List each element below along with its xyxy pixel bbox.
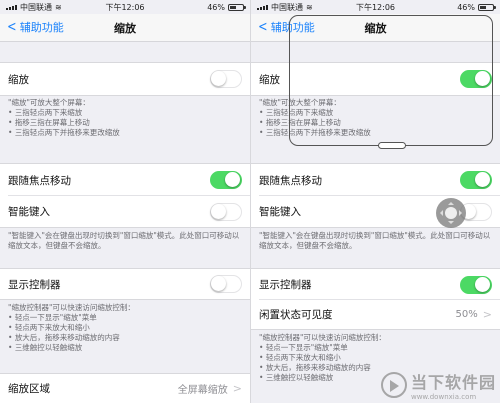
footer-list-item: 三指轻点两下来缩放	[8, 108, 244, 118]
smart-typing-label: 智能键入	[8, 206, 50, 218]
arrow-down-icon	[448, 221, 454, 227]
footer-list-item: 拖移三指在屏幕上移动	[8, 118, 244, 128]
zoom-footer-intro: "缩放"可放大整个屏幕：	[8, 98, 90, 107]
signal-icon	[6, 4, 17, 10]
follow-focus-label: 跟随焦点移动	[8, 174, 71, 187]
zoom-window-handle[interactable]	[378, 142, 406, 149]
toggle-knob	[211, 203, 226, 219]
arrow-left-icon	[437, 210, 443, 216]
toggle-knob	[475, 276, 490, 292]
zoom-label: 缩放	[8, 73, 29, 86]
back-button[interactable]: < 辅助功能	[6, 19, 64, 35]
screenshot-pair: 中国联通 ≋ 下午12:06 46% < 辅助功能 缩放 缩放 "缩放"可放大整…	[0, 0, 500, 403]
wifi-icon: ≋	[306, 2, 313, 12]
back-label: 辅助功能	[19, 21, 64, 34]
battery-icon	[478, 3, 496, 11]
status-bar: 中国联通 ≋ 下午12:06 46%	[0, 0, 250, 14]
battery-percent: 46%	[207, 2, 225, 12]
zoom-label: 缩放	[259, 73, 280, 86]
watermark-logo-icon	[380, 372, 407, 398]
footer-list-item: 三维触控以轻触缩放	[8, 343, 244, 353]
controller-footer-list: 轻点一下显示"缩放"菜单轻点两下来放大和缩小放大后，拖移来移动缩放的内容三维触控…	[8, 313, 244, 353]
battery-level-fill	[230, 5, 236, 9]
battery-percent: 46%	[457, 2, 475, 12]
footer-list-item: 三指轻点两下并拖移来更改缩放	[8, 128, 244, 138]
zoom-footer-list: 三指轻点两下来缩放拖移三指在屏幕上移动三指轻点两下并拖移来更改缩放	[8, 108, 244, 138]
chevron-left-icon: <	[258, 19, 268, 35]
zoom-region-value: 全屏幕缩放	[177, 385, 228, 396]
toggle-knob	[475, 172, 490, 187]
chevron-left-icon: <	[7, 19, 17, 35]
follow-focus-row[interactable]: 跟随焦点移动	[251, 163, 500, 196]
show-controller-toggle[interactable]	[210, 275, 242, 293]
smart-typing-footer: "智能键入"会在键盘出现时切换到"窗口缩放"模式。此处窗口可移动以缩放文本，但键…	[259, 231, 491, 250]
battery-level-fill	[480, 5, 486, 9]
zoom-region-label: 缩放区域	[8, 383, 50, 395]
follow-focus-toggle[interactable]	[210, 171, 242, 189]
chevron-right-icon: >	[482, 308, 492, 321]
smart-typing-footer: "智能键入"会在键盘出现时切换到"窗口缩放"模式。此处窗口可移动以缩放文本，但键…	[8, 231, 240, 250]
controller-footer-intro: "缩放控制器"可以快速访问缩放控制：	[8, 303, 135, 312]
show-controller-row[interactable]: 显示控制器	[0, 268, 250, 300]
navigation-bar: < 辅助功能 缩放	[0, 14, 250, 42]
toggle-knob	[225, 172, 240, 187]
footer-list-item: 轻点一下显示"缩放"菜单	[259, 343, 494, 353]
status-bar: 中国联通 ≋ 下午12:06 46%	[251, 0, 500, 14]
smart-typing-toggle[interactable]	[210, 202, 242, 221]
show-controller-toggle[interactable]	[460, 275, 492, 294]
zoom-region-row[interactable]: 缩放区域 全屏幕缩放 >	[0, 373, 250, 403]
show-controller-row[interactable]: 显示控制器	[251, 268, 500, 300]
wifi-icon: ≋	[55, 2, 62, 12]
footer-list-item: 轻点两下来放大和缩小	[8, 323, 244, 333]
follow-focus-toggle[interactable]	[460, 171, 492, 189]
carrier-label: 中国联通	[271, 2, 303, 12]
toggle-knob	[211, 71, 226, 86]
footer-list-item: 轻点一下显示"缩放"菜单	[8, 313, 244, 323]
chevron-right-icon: >	[232, 382, 242, 395]
smart-typing-row[interactable]: 智能键入	[0, 196, 250, 228]
show-controller-label: 显示控制器	[8, 278, 61, 291]
zoom-row[interactable]: 缩放	[0, 62, 250, 96]
zoom-window-frame[interactable]	[289, 15, 493, 149]
zoom-footer: "缩放"可放大整个屏幕： 三指轻点两下来缩放拖移三指在屏幕上移动三指轻点两下并拖…	[8, 98, 244, 138]
arrow-up-icon	[448, 199, 454, 205]
footer-list-item: 放大后，拖移来移动缩放的内容	[8, 333, 244, 343]
toggle-knob	[211, 276, 226, 291]
phone-screen-right: 中国联通 ≋ 下午12:06 46% < 辅助功能 缩放 缩放 "缩放"可放大整…	[250, 0, 500, 403]
watermark-url: www.downxia.com	[410, 393, 477, 401]
footer-list-item: 轻点两下来放大和缩小	[259, 353, 494, 363]
watermark: 当下软件园 www.downxia.com	[380, 369, 496, 401]
idle-visibility-label: 闲置状态可见度	[259, 309, 333, 321]
idle-visibility-value: 50%	[455, 309, 478, 320]
idle-visibility-row[interactable]: 闲置状态可见度 50% >	[251, 300, 500, 330]
follow-focus-label: 跟随焦点移动	[259, 174, 322, 187]
smart-typing-label: 智能键入	[259, 206, 301, 218]
phone-screen-left: 中国联通 ≋ 下午12:06 46% < 辅助功能 缩放 缩放 "缩放"可放大整…	[0, 0, 250, 403]
show-controller-label: 显示控制器	[259, 279, 312, 291]
carrier-label: 中国联通	[20, 2, 52, 12]
controller-footer: "缩放控制器"可以快速访问缩放控制： 轻点一下显示"缩放"菜单轻点两下来放大和缩…	[8, 303, 244, 353]
signal-icon	[257, 4, 268, 10]
watermark-name: 当下软件园	[410, 373, 496, 392]
arrow-right-icon	[459, 210, 465, 216]
controller-center	[445, 207, 457, 219]
controller-footer-intro: "缩放控制器"可以快速访问缩放控制：	[259, 333, 386, 342]
zoom-toggle[interactable]	[210, 70, 242, 88]
battery-icon	[228, 3, 246, 11]
zoom-controller-icon[interactable]	[436, 198, 466, 228]
follow-focus-row[interactable]: 跟随焦点移动	[0, 163, 250, 196]
